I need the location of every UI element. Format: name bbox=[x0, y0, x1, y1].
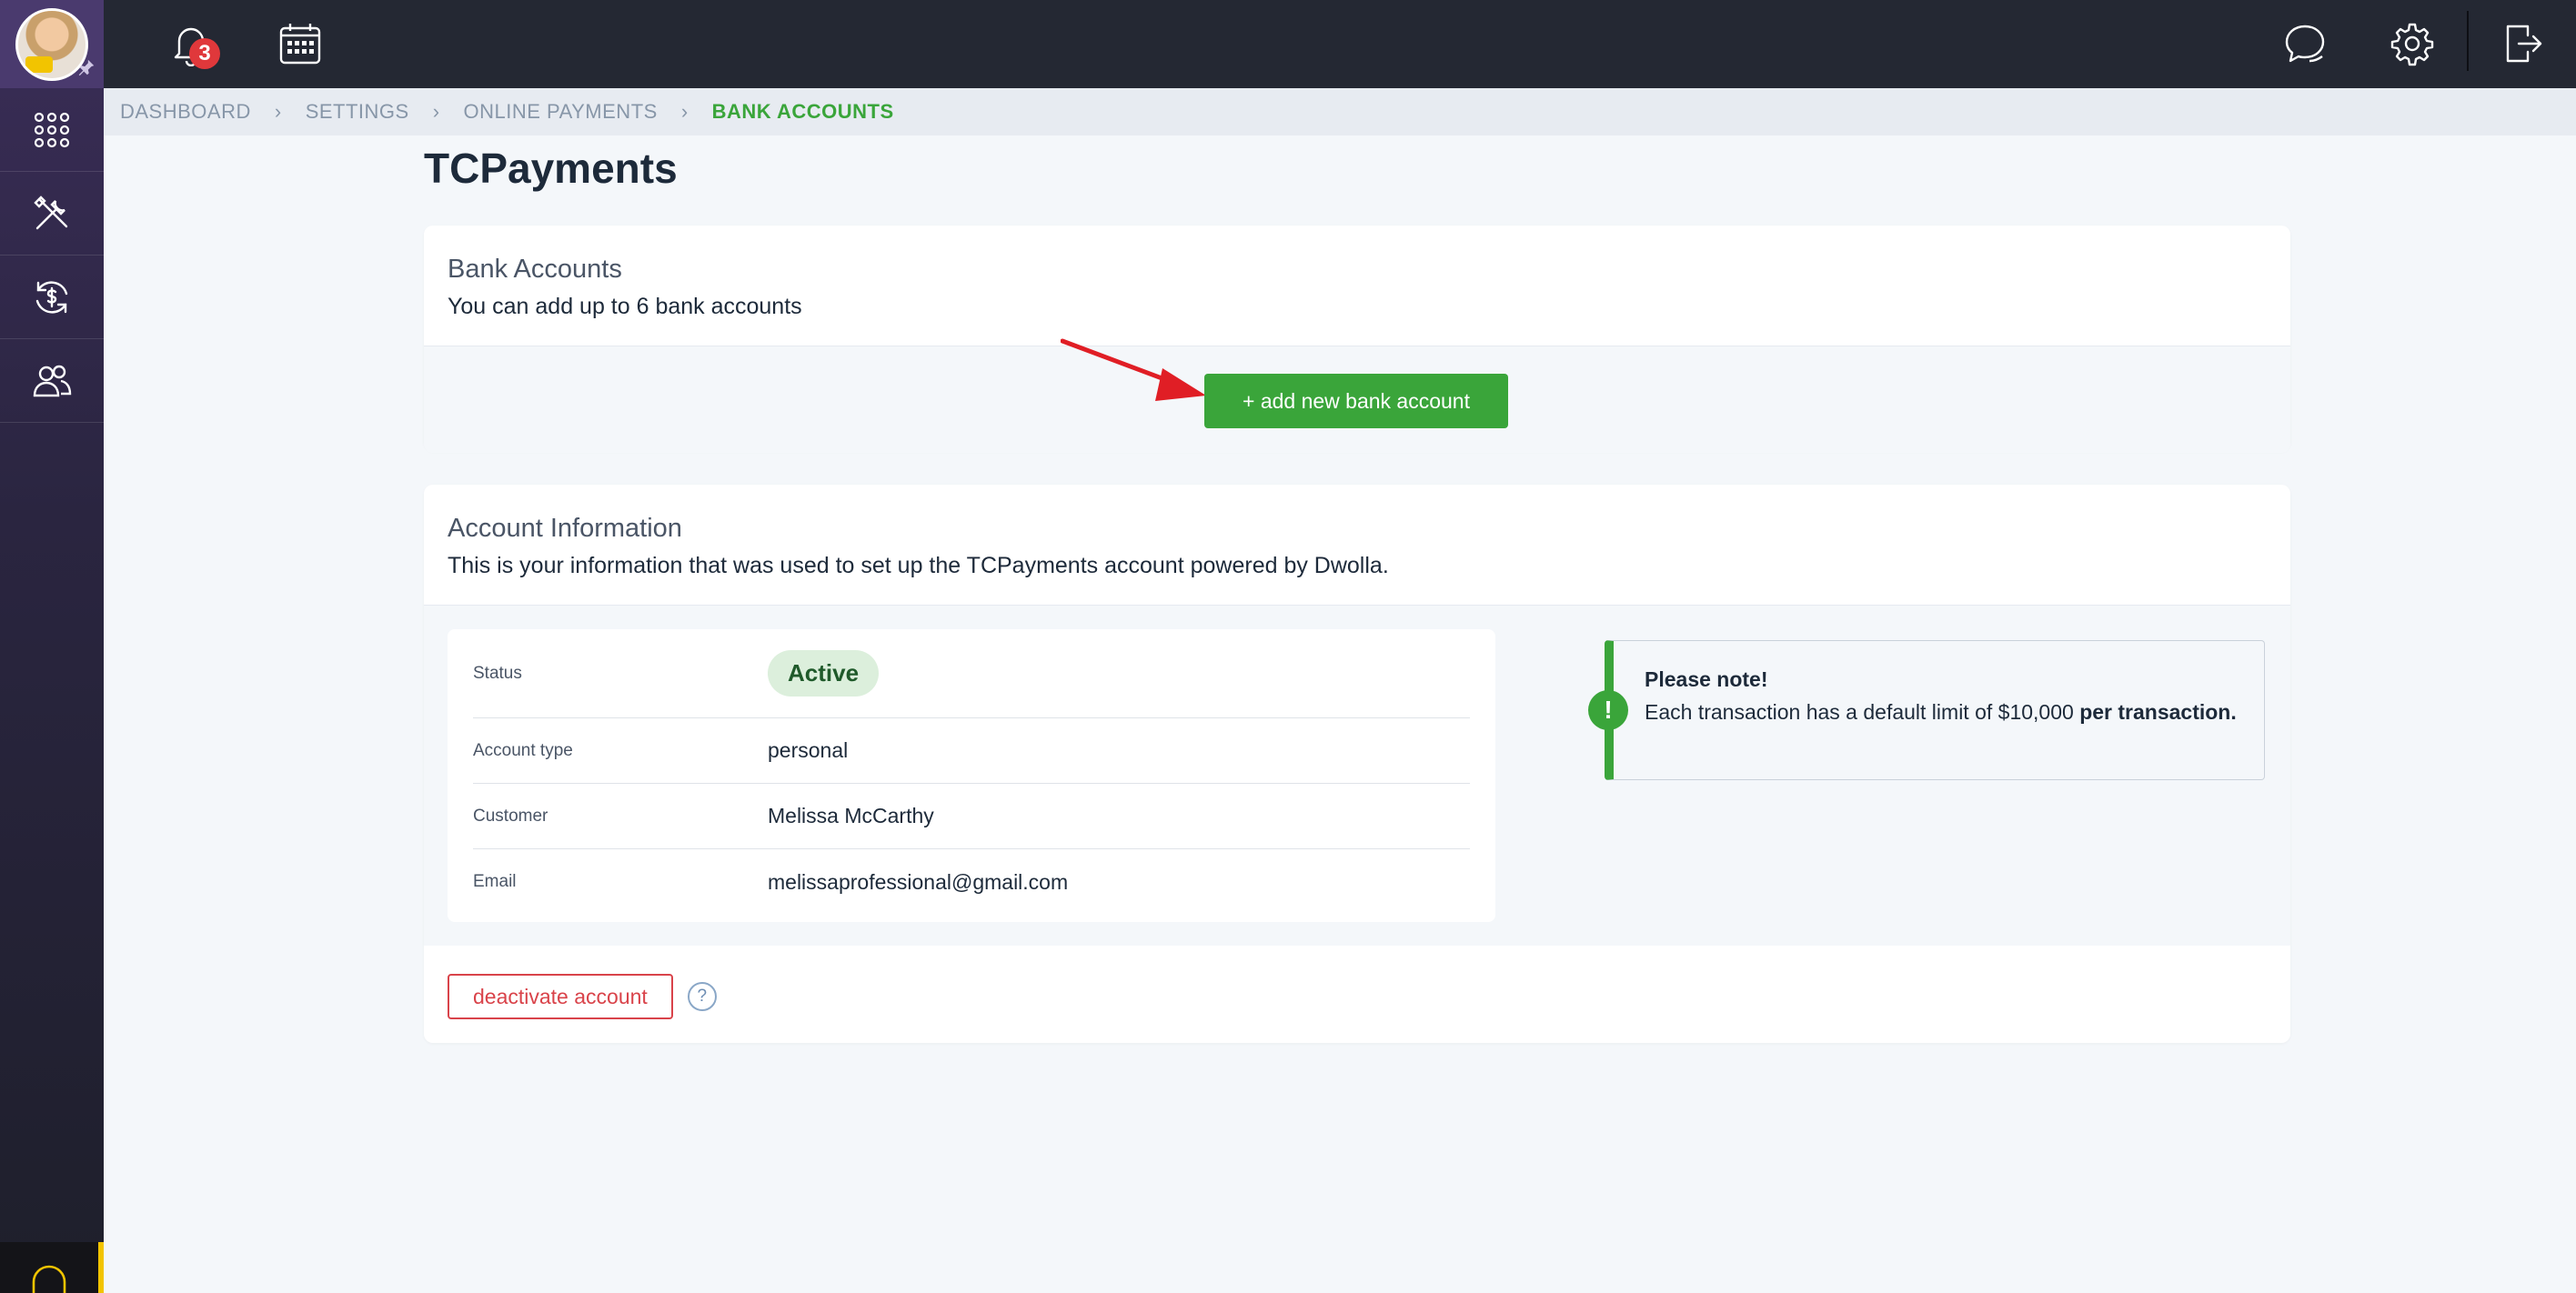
sidebar-item-users[interactable] bbox=[0, 339, 104, 423]
bank-accounts-subtitle: You can add up to 6 bank accounts bbox=[448, 294, 802, 319]
breadcrumb-online-payments[interactable]: ONLINE PAYMENTS bbox=[464, 100, 658, 124]
breadcrumb-settings[interactable]: SETTINGS bbox=[306, 100, 409, 124]
table-row: Account type personal bbox=[473, 718, 1470, 784]
settings-button[interactable] bbox=[2385, 16, 2440, 71]
users-icon bbox=[33, 365, 72, 396]
profile-area bbox=[0, 0, 104, 88]
transaction-limit-note: ! Please note! Each transaction has a de… bbox=[1588, 640, 2265, 780]
account-information-title: Account Information bbox=[448, 514, 682, 543]
page-title: TCPayments bbox=[424, 145, 678, 192]
row-value-email: melissaprofessional@gmail.com bbox=[768, 869, 1069, 894]
account-information-card: Account Information This is your informa… bbox=[424, 485, 2290, 1043]
note-title: Please note! bbox=[1645, 667, 1768, 691]
breadcrumb-separator: › bbox=[274, 100, 282, 123]
support-button[interactable] bbox=[0, 1242, 104, 1293]
deactivate-account-button[interactable]: deactivate account bbox=[448, 974, 673, 1019]
row-label-status: Status bbox=[473, 663, 522, 683]
breadcrumb-dashboard[interactable]: DASHBOARD bbox=[120, 100, 251, 124]
pin-icon[interactable] bbox=[76, 57, 96, 77]
sidebar-item-tools[interactable] bbox=[0, 172, 104, 256]
breadcrumb-bank-accounts: BANK ACCOUNTS bbox=[711, 100, 894, 123]
breadcrumb-separator: › bbox=[432, 100, 440, 123]
account-information-subtitle: This is your information that was used t… bbox=[448, 553, 1389, 578]
dollar-cycle-icon bbox=[35, 280, 68, 314]
row-label-account-type: Account type bbox=[473, 740, 573, 760]
chat-bubble-icon bbox=[2285, 25, 2325, 63]
sidebar bbox=[0, 0, 104, 1293]
table-row: Status Active bbox=[473, 629, 1470, 718]
account-details-table: Status Active Account type personal Cust… bbox=[448, 629, 1495, 922]
bank-accounts-card: Bank Accounts You can add up to 6 bank a… bbox=[424, 226, 2290, 453]
row-value-customer: Melissa McCarthy bbox=[768, 804, 934, 827]
row-value-account-type: personal bbox=[768, 738, 849, 762]
headset-icon bbox=[32, 1265, 66, 1293]
breadcrumb-separator: › bbox=[680, 100, 689, 123]
logout-icon bbox=[2506, 25, 2542, 63]
logout-button[interactable] bbox=[2496, 16, 2551, 71]
notification-badge: 3 bbox=[189, 38, 220, 69]
topbar-divider bbox=[2467, 11, 2469, 71]
bank-accounts-body: + add new bank account bbox=[424, 338, 2290, 453]
add-new-bank-account-button[interactable]: + add new bank account bbox=[1204, 374, 1508, 428]
breadcrumb: DASHBOARD › SETTINGS › ONLINE PAYMENTS ›… bbox=[104, 88, 2576, 135]
exclamation-icon: ! bbox=[1588, 690, 1628, 730]
notifications-button[interactable]: 3 bbox=[164, 16, 220, 71]
note-bold-text: per transaction. bbox=[2079, 700, 2237, 724]
status-badge: Active bbox=[768, 650, 880, 697]
calendar-button[interactable] bbox=[273, 16, 327, 71]
bank-accounts-header: Bank Accounts You can add up to 6 bank a… bbox=[424, 226, 2290, 346]
row-label-customer: Customer bbox=[473, 806, 548, 826]
account-information-body: Status Active Account type personal Cust… bbox=[424, 606, 2290, 946]
sidebar-item-apps[interactable] bbox=[0, 88, 104, 172]
tools-icon bbox=[34, 195, 68, 229]
top-bar: 3 bbox=[104, 0, 2576, 88]
red-arrow-icon bbox=[1061, 338, 1206, 401]
account-actions: deactivate account ? bbox=[448, 974, 717, 1019]
note-text: Each transaction has a default limit of … bbox=[1645, 700, 2074, 724]
bank-accounts-title: Bank Accounts bbox=[448, 255, 622, 284]
sidebar-item-payments[interactable] bbox=[0, 256, 104, 339]
row-label-email: Email bbox=[473, 872, 517, 891]
table-row: Email melissaprofessional@gmail.com bbox=[473, 849, 1470, 915]
gear-icon bbox=[2390, 23, 2434, 66]
table-row: Customer Melissa McCarthy bbox=[473, 784, 1470, 849]
grid-dots-icon bbox=[34, 112, 70, 147]
help-icon[interactable]: ? bbox=[687, 982, 717, 1011]
calendar-icon bbox=[279, 24, 321, 65]
chat-button[interactable] bbox=[2278, 16, 2332, 71]
account-information-header: Account Information This is your informa… bbox=[424, 485, 2290, 606]
